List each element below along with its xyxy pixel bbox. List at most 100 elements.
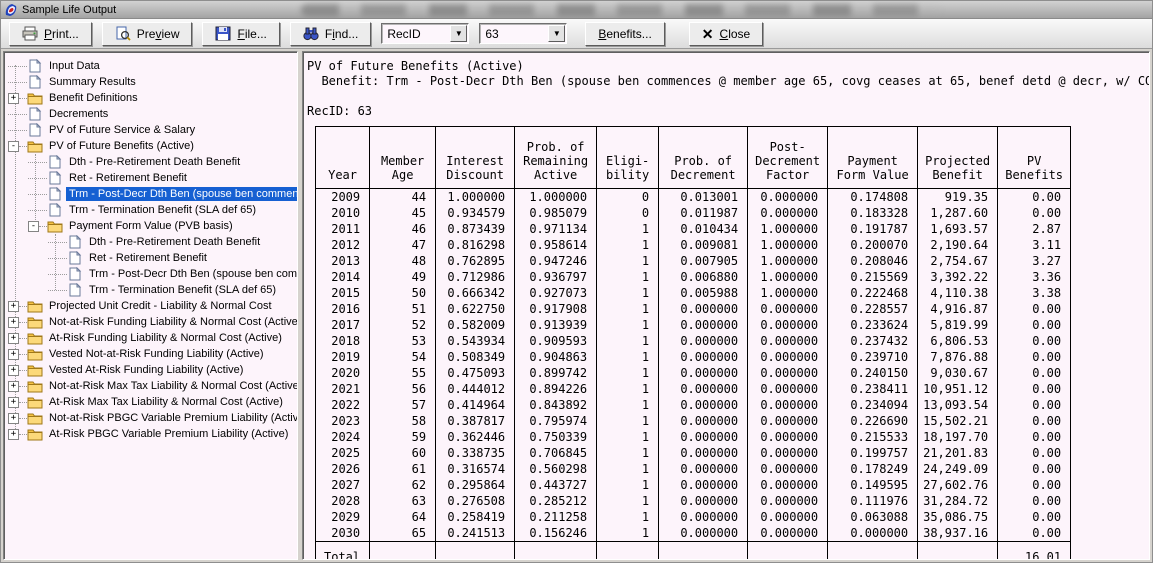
table-cell: 1 <box>597 525 659 542</box>
column-header: Year <box>316 127 370 189</box>
table-cell: 0.149595 <box>828 477 918 493</box>
table-cell: 0.927073 <box>515 285 597 301</box>
tree-item[interactable]: Trm - Termination Benefit (SLA def 65) <box>4 282 297 298</box>
table-cell: 1 <box>597 253 659 269</box>
tree-connector <box>8 82 27 83</box>
expand-plus-icon[interactable]: + <box>8 397 19 408</box>
table-cell: 2020 <box>316 365 370 381</box>
tree-item[interactable]: +At-Risk PBGC Variable Premium Liability… <box>4 426 297 442</box>
tree-item[interactable]: +At-Risk Max Tax Liability & Normal Cost… <box>4 394 297 410</box>
table-cell: 0.00 <box>998 205 1071 221</box>
preview-button[interactable]: Preview <box>102 22 193 46</box>
dropdown-arrow-icon[interactable]: ▼ <box>450 25 467 42</box>
table-cell: 0.873439 <box>436 221 515 237</box>
tree-item[interactable]: Ret - Retirement Benefit <box>4 250 297 266</box>
expand-plus-icon[interactable]: + <box>8 381 19 392</box>
tree-item[interactable]: Decrements <box>4 106 297 122</box>
collapse-minus-icon[interactable]: - <box>28 221 39 232</box>
tree-item[interactable]: +At-Risk Funding Liability & Normal Cost… <box>4 330 297 346</box>
tree-item[interactable]: - Payment Form Value (PVB basis) <box>4 218 297 234</box>
tree-item[interactable]: Summary Results <box>4 74 297 90</box>
table-cell: 2009 <box>316 189 370 206</box>
tree-item[interactable]: +Vested At-Risk Funding Liability (Activ… <box>4 362 297 378</box>
find-button[interactable]: Find... <box>290 22 371 46</box>
table-row: 2010450.9345790.98507900.0119870.0000000… <box>316 205 1071 221</box>
tree-connector <box>19 434 27 435</box>
tree-item[interactable]: Dth - Pre-Retirement Death Benefit <box>4 154 297 170</box>
table-cell: 63 <box>370 493 436 509</box>
record-number-combo[interactable]: 63 ▼ <box>479 23 567 44</box>
table-cell: 1 <box>597 237 659 253</box>
recid-combo[interactable]: RecID ▼ <box>381 23 469 44</box>
tree-connector <box>48 274 67 275</box>
expand-plus-icon[interactable]: + <box>8 429 19 440</box>
table-cell: 0.666342 <box>436 285 515 301</box>
expand-plus-icon[interactable]: + <box>8 317 19 328</box>
benefits-button[interactable]: Benefits... <box>585 22 664 46</box>
table-cell: 5,819.99 <box>918 317 998 333</box>
table-cell: 1.000000 <box>748 253 828 269</box>
table-cell: 0.200070 <box>828 237 918 253</box>
tree-item-label: Not-at-Risk PBGC Variable Premium Liabil… <box>46 411 298 425</box>
tree-item[interactable]: Dth - Pre-Retirement Death Benefit <box>4 234 297 250</box>
tree-connector <box>8 130 27 131</box>
table-cell: 0.000000 <box>659 301 748 317</box>
tree-item[interactable]: +Vested Not-at-Risk Funding Liability (A… <box>4 346 297 362</box>
table-cell: 0.00 <box>998 525 1071 542</box>
folder-icon <box>27 91 43 105</box>
file-button[interactable]: File... <box>202 22 279 46</box>
table-cell: 0.316574 <box>436 461 515 477</box>
table-cell: 0 <box>597 189 659 206</box>
tree-item-label: PV of Future Benefits (Active) <box>46 139 197 153</box>
tree-item[interactable]: Ret - Retirement Benefit <box>4 170 297 186</box>
table-cell: 2010 <box>316 205 370 221</box>
tree-item[interactable]: +Projected Unit Credit - Liability & Nor… <box>4 298 297 314</box>
close-button[interactable]: ✕ Close <box>689 22 763 46</box>
collapse-minus-icon[interactable]: - <box>8 141 19 152</box>
tree-item-label: Ret - Retirement Benefit <box>86 251 210 265</box>
expand-plus-icon[interactable]: + <box>8 301 19 312</box>
table-cell: 0.000000 <box>659 381 748 397</box>
tree-item-label: Payment Form Value (PVB basis) <box>66 219 236 233</box>
table-cell: 0.894226 <box>515 381 597 397</box>
table-cell: 0.006880 <box>659 269 748 285</box>
tree-item[interactable]: PV of Future Service & Salary <box>4 122 297 138</box>
print-button[interactable]: Print... <box>9 22 92 46</box>
table-cell: 1 <box>597 349 659 365</box>
table-cell: 1 <box>597 445 659 461</box>
tree-connector <box>8 66 27 67</box>
table-cell: 53 <box>370 333 436 349</box>
window: Sample Life Output Print... Preview <box>0 0 1153 563</box>
table-cell: 31,284.72 <box>918 493 998 509</box>
document-icon <box>27 107 43 121</box>
dropdown-arrow-icon[interactable]: ▼ <box>548 25 565 42</box>
recid-combo-value: RecID <box>382 27 449 41</box>
tree-item[interactable]: Trm - Post-Decr Dth Ben (spouse ben comm <box>4 266 297 282</box>
table-cell: 64 <box>370 509 436 525</box>
expand-plus-icon[interactable]: + <box>8 93 19 104</box>
table-cell: 50 <box>370 285 436 301</box>
table-cell: 0.011987 <box>659 205 748 221</box>
tree-item[interactable]: Trm - Termination Benefit (SLA def 65) <box>4 202 297 218</box>
expand-plus-icon[interactable]: + <box>8 413 19 424</box>
tree-item[interactable]: +Not-at-Risk Funding Liability & Normal … <box>4 314 297 330</box>
tree-item[interactable]: Input Data <box>4 58 297 74</box>
table-cell: 0.000000 <box>748 477 828 493</box>
tree-item[interactable]: Trm - Post-Decr Dth Ben (spouse ben comm… <box>4 186 297 202</box>
tree-items: Input DataSummary Results+Benefit Defini… <box>4 58 297 442</box>
expand-plus-icon[interactable]: + <box>8 333 19 344</box>
tree-item[interactable]: +Not-at-Risk Max Tax Liability & Normal … <box>4 378 297 394</box>
tree-item[interactable]: +Benefit Definitions <box>4 90 297 106</box>
table-cell: 0.007905 <box>659 253 748 269</box>
expand-plus-icon[interactable]: + <box>8 349 19 360</box>
tree-item[interactable]: + Not-at-Risk PBGC Variable Premium Liabi… <box>4 410 297 426</box>
table-row: 2022570.4149640.84389210.0000000.0000000… <box>316 397 1071 413</box>
table-cell: 2022 <box>316 397 370 413</box>
expand-plus-icon[interactable]: + <box>8 365 19 376</box>
table-cell: 0.000000 <box>748 365 828 381</box>
tree-item[interactable]: - PV of Future Benefits (Active) <box>4 138 297 154</box>
column-header: Prob. ofRemainingActive <box>515 127 597 189</box>
document-icon <box>47 171 63 185</box>
record-number-combo-value: 63 <box>480 27 547 41</box>
table-cell: 0.909593 <box>515 333 597 349</box>
